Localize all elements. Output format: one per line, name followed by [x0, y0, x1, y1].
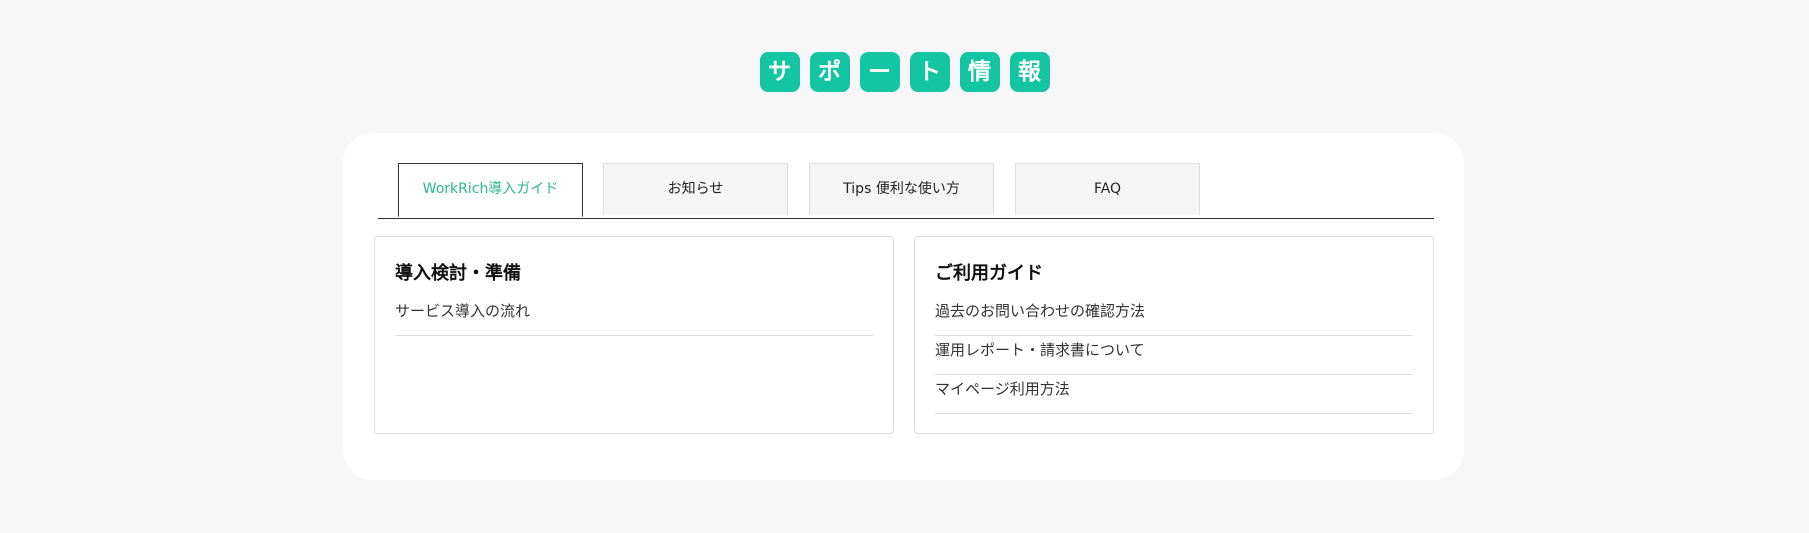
tab-bar: WorkRich導入ガイド お知らせ Tips 便利な使い方 FAQ — [378, 163, 1434, 219]
title-char-tile: 情 — [959, 52, 1000, 92]
panel-heading: 導入検討・準備 — [395, 263, 521, 284]
link-list: 過去のお問い合わせの確認方法 運用レポート・請求書について マイページ利用方法 — [935, 297, 1413, 414]
page-title: サ ポ ー ト 情 報 — [0, 52, 1809, 92]
list-item[interactable]: サービス導入の流れ — [395, 297, 873, 336]
tab-faq[interactable]: FAQ — [1015, 163, 1200, 215]
tab-tips[interactable]: Tips 便利な使い方 — [809, 163, 994, 215]
panel-usage-guide: ご利用ガイド 過去のお問い合わせの確認方法 運用レポート・請求書について マイペ… — [914, 236, 1434, 434]
title-char-tile: ポ — [809, 52, 850, 92]
panel-introduction: 導入検討・準備 サービス導入の流れ — [374, 236, 894, 434]
list-item[interactable]: 運用レポート・請求書について — [935, 336, 1413, 375]
tab-news[interactable]: お知らせ — [603, 163, 788, 215]
list-item[interactable]: マイページ利用方法 — [935, 375, 1413, 414]
tab-workrich-guide[interactable]: WorkRich導入ガイド — [398, 163, 583, 217]
panel-heading: ご利用ガイド — [935, 263, 1043, 284]
title-char-tile: サ — [759, 52, 800, 92]
title-char-tile: ー — [859, 52, 900, 92]
list-item[interactable]: 過去のお問い合わせの確認方法 — [935, 297, 1413, 336]
title-char-tile: ト — [909, 52, 950, 92]
support-page: サ ポ ー ト 情 報 WorkRich導入ガイド お知らせ Tips 便利な使… — [0, 0, 1809, 533]
title-char-tile: 報 — [1009, 52, 1050, 92]
support-card: WorkRich導入ガイド お知らせ Tips 便利な使い方 FAQ 導入検討・… — [343, 133, 1464, 480]
link-list: サービス導入の流れ — [395, 297, 873, 336]
